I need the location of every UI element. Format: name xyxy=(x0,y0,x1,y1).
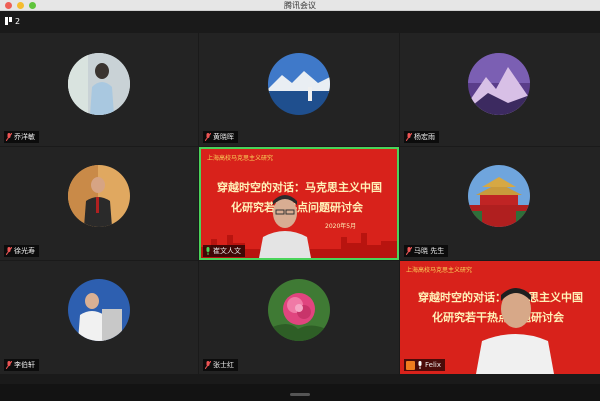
participant-name: 马晓 先生 xyxy=(414,247,445,255)
participant-name-tag: 崔文人文 xyxy=(203,245,245,257)
video-tile-7[interactable]: 李伯轩 xyxy=(0,261,198,374)
participant-name: 徐光寿 xyxy=(14,247,35,255)
avatar xyxy=(268,279,330,341)
control-bar-handle[interactable] xyxy=(290,393,310,396)
participant-name: 黄晓晖 xyxy=(213,133,234,141)
meeting-toolbar xyxy=(0,11,600,32)
banner-date: 2020年5月 xyxy=(325,223,357,230)
window-titlebar: 腾讯会议 xyxy=(0,0,600,11)
avatar xyxy=(68,53,130,115)
mic-muted-icon xyxy=(6,247,12,255)
mic-muted-icon xyxy=(406,247,412,255)
mic-icon xyxy=(418,361,422,369)
participant-count: 2 xyxy=(15,16,21,26)
participant-name: 李伯轩 xyxy=(14,361,35,369)
speaker-video xyxy=(476,288,554,374)
video-tile-1[interactable]: 乔洋敏 xyxy=(0,33,198,146)
avatar xyxy=(68,165,130,227)
participant-name-tag: 徐光寿 xyxy=(4,245,39,257)
avatar xyxy=(268,53,330,115)
mic-muted-icon xyxy=(6,133,12,141)
participant-count-indicator[interactable]: 2 xyxy=(5,15,20,27)
video-tile-4[interactable]: 徐光寿 xyxy=(0,147,198,260)
video-tile-6[interactable]: 马晓 先生 xyxy=(400,147,600,260)
participant-name-tag: 李伯轩 xyxy=(4,359,39,371)
participant-name-tag: Felix xyxy=(404,359,445,371)
mic-muted-icon xyxy=(205,361,211,369)
mic-muted-icon xyxy=(406,133,412,141)
video-tile-9[interactable]: 上海高校马克思主义研究 穿越时空的对话：马克思主义中国 化研究若干热点问题研讨会… xyxy=(400,261,600,374)
participant-name-tag: 张士红 xyxy=(203,359,238,371)
video-tile-5-active-speaker[interactable]: 上海高校马克思主义研究 穿越时空的对话：马克思主义中国 化研究若干热点问题研讨会… xyxy=(199,147,399,260)
participant-name: 张士红 xyxy=(213,361,234,369)
avatar xyxy=(68,279,130,341)
participant-name: 杨宏雨 xyxy=(414,133,435,141)
participant-name-tag: 马晓 先生 xyxy=(404,245,449,257)
video-tile-2[interactable]: 黄晓晖 xyxy=(199,33,399,146)
mic-muted-icon xyxy=(205,133,211,141)
participant-name-tag: 黄晓晖 xyxy=(203,131,238,143)
participants-icon xyxy=(5,17,12,25)
participant-name: Felix xyxy=(425,361,441,369)
video-tile-3[interactable]: 杨宏雨 xyxy=(400,33,600,146)
banner-header: 上海高校马克思主义研究 xyxy=(406,267,473,274)
participant-name: 乔洋敏 xyxy=(14,133,35,141)
banner-header: 上海高校马克思主义研究 xyxy=(207,155,274,162)
shared-screen-banner: 上海高校马克思主义研究 穿越时空的对话：马克思主义中国 化研究若干热点问题研讨会… xyxy=(201,149,397,258)
avatar xyxy=(468,53,530,115)
speaker-video xyxy=(259,195,311,258)
avatar xyxy=(468,165,530,227)
host-icon xyxy=(406,360,415,370)
mic-active-icon xyxy=(206,247,210,255)
window-title: 腾讯会议 xyxy=(284,1,316,10)
shared-screen-banner: 上海高校马克思主义研究 穿越时空的对话：马克思主义中国 化研究若干热点问题研讨会 xyxy=(400,261,600,374)
participant-name-tag: 乔洋敏 xyxy=(4,131,39,143)
video-tile-8[interactable]: 张士红 xyxy=(199,261,399,374)
mic-muted-icon xyxy=(6,361,12,369)
participant-name: 崔文人文 xyxy=(213,247,241,255)
participant-name-tag: 杨宏雨 xyxy=(404,131,439,143)
